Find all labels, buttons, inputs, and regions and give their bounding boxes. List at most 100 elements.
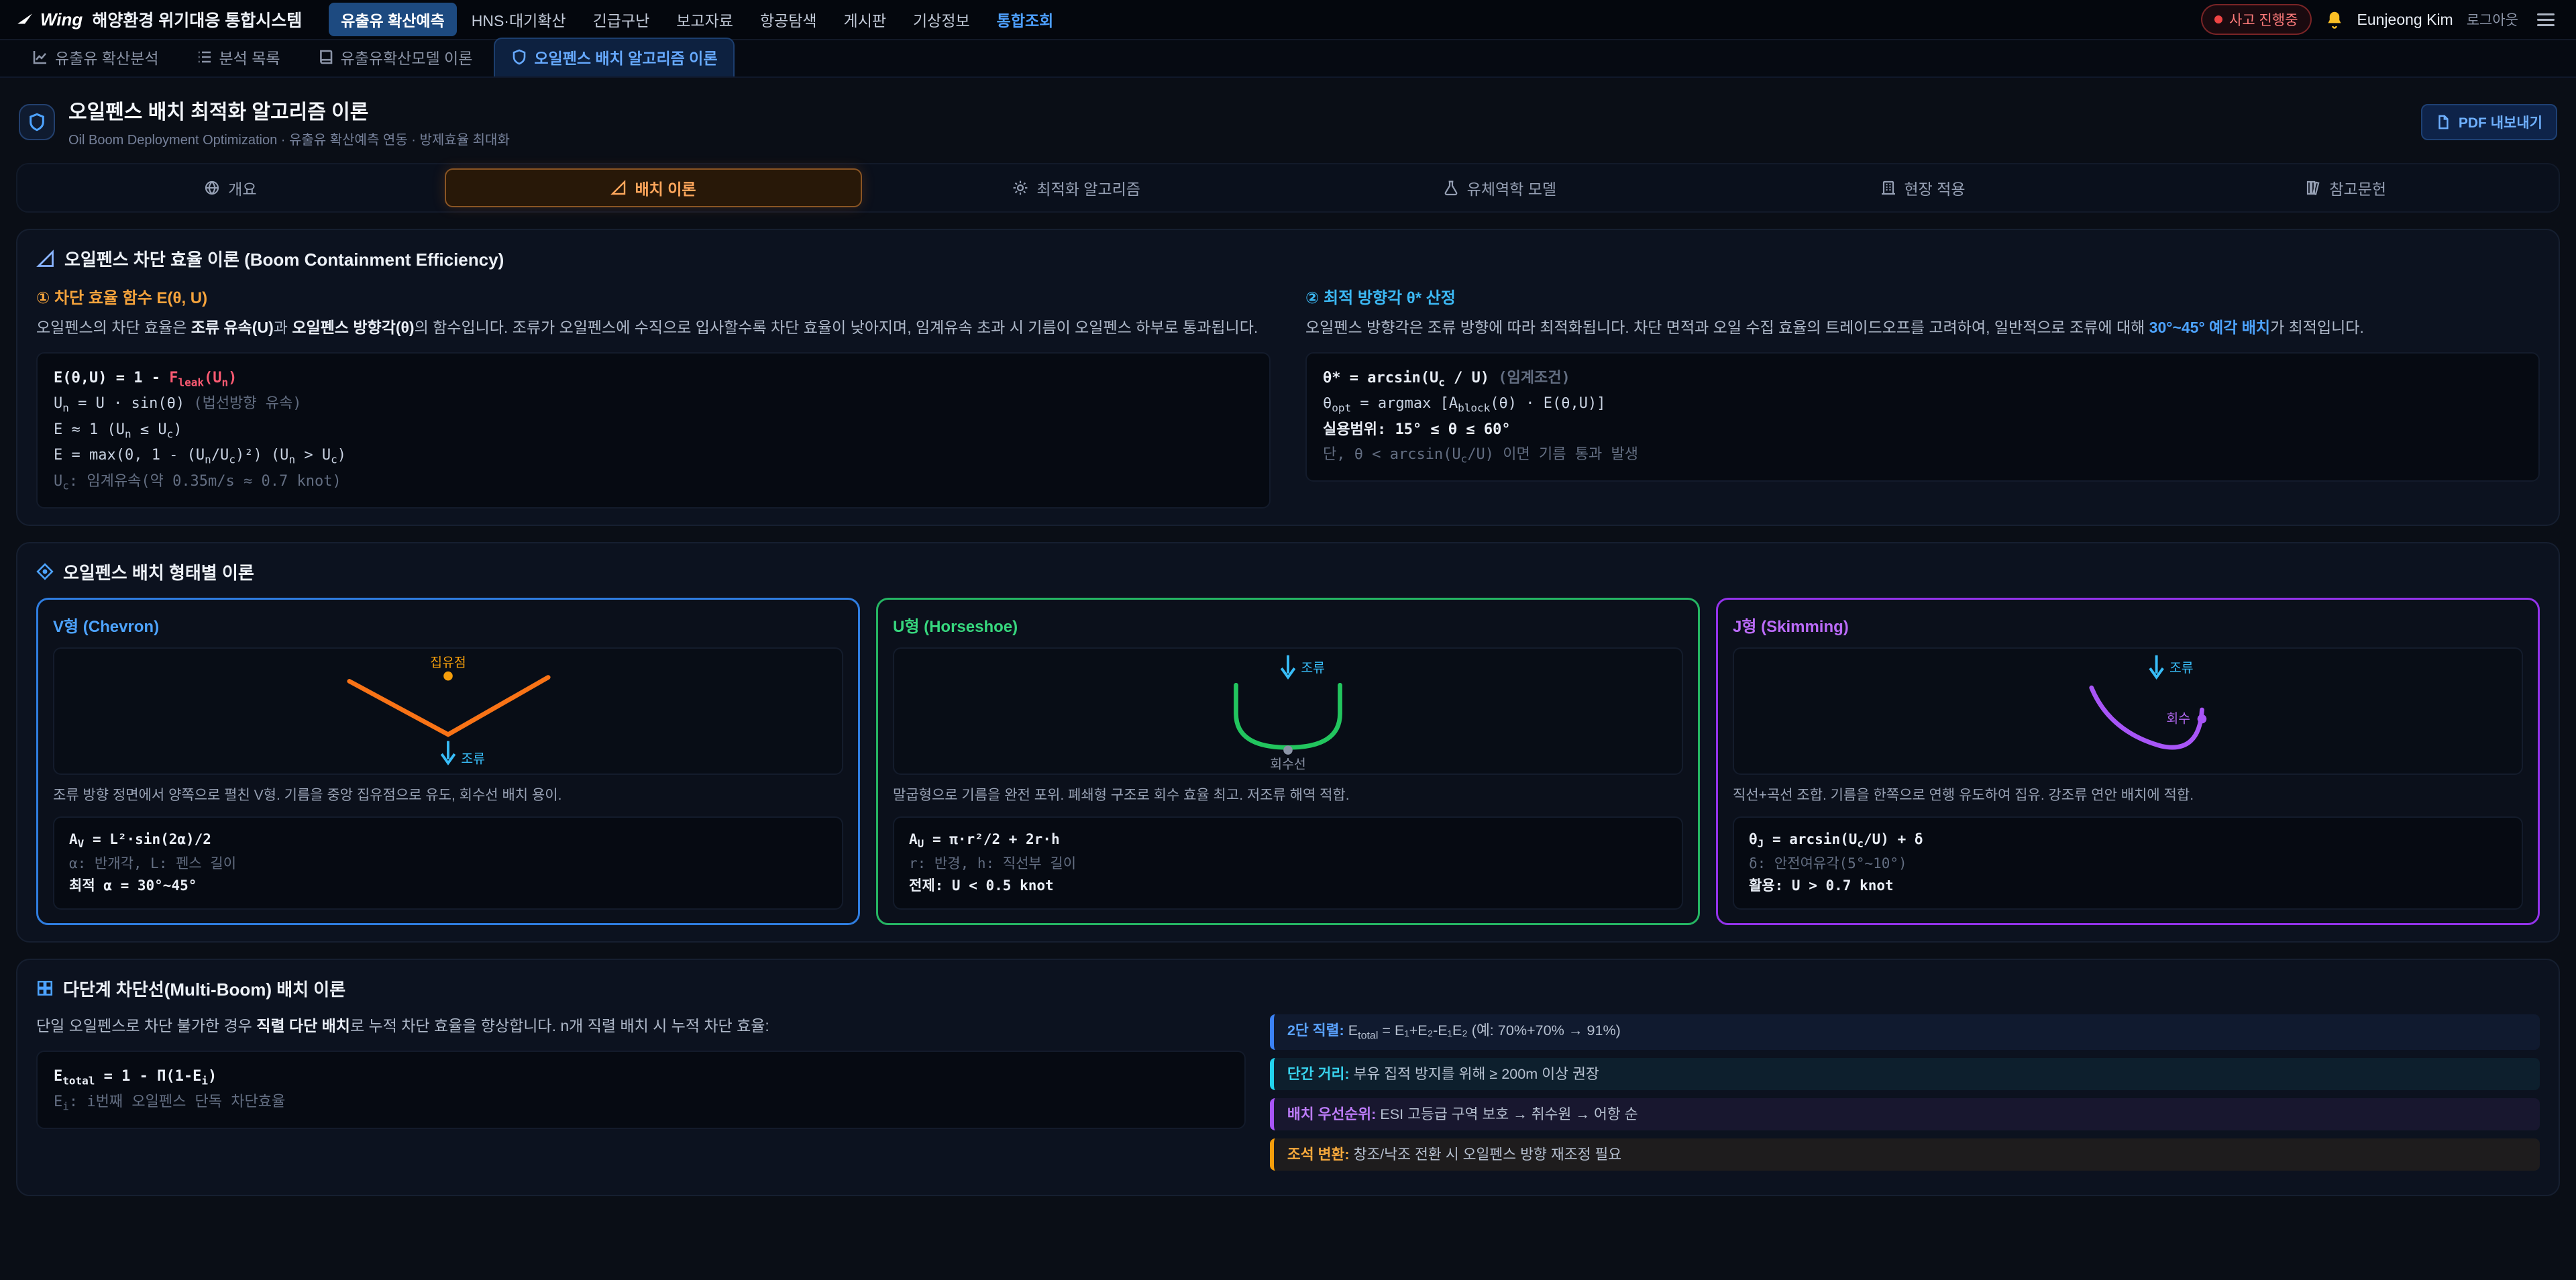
card-description: 직선+곡선 조합. 기름을 한쪽으로 연행 유도하여 집유. 강조류 연안 배치… bbox=[1733, 786, 2523, 806]
pill-label: 개요 bbox=[228, 176, 256, 199]
incident-status-badge[interactable]: 사고 진행중 bbox=[2201, 4, 2311, 35]
nav-item-aerial-search[interactable]: 항공탐색 bbox=[748, 3, 829, 36]
efficiency-left-column: ① 차단 효율 함수 E(θ, U) 오일펜스의 차단 효율은 조류 유속(U)… bbox=[36, 284, 1271, 509]
triangle-ruler-icon bbox=[36, 250, 55, 268]
nav-item-oil-spill-prediction[interactable]: 유출유 확산예측 bbox=[329, 3, 457, 36]
section-pill-nav: 개요 배치 이론 최적화 알고리즘 유체역학 모델 현장 적용 bbox=[16, 163, 2560, 213]
nav-item-emergency-rescue[interactable]: 긴급구난 bbox=[581, 3, 662, 36]
nav-item-weather-info[interactable]: 기상정보 bbox=[901, 3, 982, 36]
formula-line: Ei: i번째 오일펜스 단독 차단효율 bbox=[54, 1089, 1228, 1116]
u-boom-shape bbox=[1236, 685, 1340, 747]
formula-line: E ≈ 1 (Un ≤ Uc) bbox=[54, 417, 1253, 443]
section-boom-shapes: 오일펜스 배치 형태별 이론 V형 (Chevron) 집유점 조류 조류 방향… bbox=[16, 542, 2560, 943]
formula-line: AV = L²·sin(2α)/2 bbox=[69, 829, 827, 853]
current-label: 조류 bbox=[1301, 660, 1325, 675]
list-icon bbox=[197, 49, 213, 65]
shield-icon bbox=[511, 49, 527, 65]
tab-analysis-list[interactable]: 분석 목록 bbox=[180, 39, 297, 76]
v-boom-shape bbox=[350, 677, 548, 734]
pill-hydrodynamics-model[interactable]: 유체역학 모델 bbox=[1291, 168, 1709, 207]
section-title: 오일펜스 배치 형태별 이론 bbox=[63, 559, 254, 584]
pill-deployment-theory[interactable]: 배치 이론 bbox=[445, 168, 863, 207]
pill-label: 현장 적용 bbox=[1904, 176, 1966, 199]
page-header-text: 오일펜스 배치 최적화 알고리즘 이론 Oil Boom Deployment … bbox=[68, 95, 510, 148]
efficiency-function-formula-block: E(θ,U) = 1 - Fleak(Un) Un = U · sin(θ) (… bbox=[36, 352, 1271, 509]
guideline-serial-2stage: 2단 직렬: Etotal = E₁+E₂-E₁E₂ (예: 70%+70% →… bbox=[1270, 1014, 2540, 1050]
card-description: 조류 방향 정면에서 양쪽으로 펼친 V형. 기름을 중앙 집유점으로 유도, … bbox=[53, 786, 843, 806]
efficiency-function-heading: ① 차단 효율 함수 E(θ, U) bbox=[36, 284, 1271, 308]
card-title: U형 (Horseshoe) bbox=[893, 613, 1683, 637]
building-icon bbox=[1880, 180, 1896, 196]
page-header: 오일펜스 배치 최적화 알고리즘 이론 Oil Boom Deployment … bbox=[0, 78, 2576, 160]
recovery-label: 회수 bbox=[2166, 711, 2190, 726]
document-icon bbox=[2436, 115, 2451, 129]
tab-boom-algorithm-theory[interactable]: 오일펜스 배치 알고리즘 이론 bbox=[494, 38, 735, 76]
nav-item-hns-air-dispersion[interactable]: HNS·대기확산 bbox=[460, 3, 578, 36]
app-root: Wing 해양환경 위기대응 통합시스템 유출유 확산예측 HNS·대기확산 긴… bbox=[0, 0, 2576, 1280]
hamburger-menu-icon[interactable] bbox=[2532, 8, 2560, 32]
section-title: 오일펜스 차단 효율 이론 (Boom Containment Efficien… bbox=[64, 246, 504, 271]
grid-icon bbox=[36, 979, 54, 997]
bell-icon[interactable] bbox=[2325, 10, 2344, 29]
tab-spill-analysis[interactable]: 유출유 확산분석 bbox=[16, 39, 175, 76]
formula-line: Etotal = 1 - Π(1-Ei) bbox=[54, 1064, 1228, 1090]
nav-item-board[interactable]: 게시판 bbox=[832, 3, 898, 36]
pill-references[interactable]: 참고문헌 bbox=[2137, 168, 2555, 207]
formula-line: E = max(0, 1 - (Un/Uc)²) (Un > Uc) bbox=[54, 443, 1253, 469]
pdf-export-button[interactable]: PDF 내보내기 bbox=[2421, 104, 2557, 140]
pill-label: 배치 이론 bbox=[635, 176, 696, 199]
formula-line: θ* = arcsin(Uc / U) (임계조건) bbox=[1323, 366, 2522, 392]
top-bar: Wing 해양환경 위기대응 통합시스템 유출유 확산예측 HNS·대기확산 긴… bbox=[0, 0, 2576, 40]
formula-line: 최적 α = 30°~45° bbox=[69, 875, 827, 898]
nav-item-reports[interactable]: 보고자료 bbox=[664, 3, 745, 36]
shape-cards: V형 (Chevron) 집유점 조류 조류 방향 정면에서 양쪽으로 펼친 V… bbox=[36, 598, 2540, 925]
guideline-tide-change: 조석 변환: 창조/낙조 전환 시 오일펜스 방향 재조정 필요 bbox=[1270, 1138, 2540, 1171]
tab-spill-model-theory[interactable]: 유출유확산모델 이론 bbox=[302, 39, 489, 76]
pill-field-application[interactable]: 현장 적용 bbox=[1714, 168, 2132, 207]
section-title: 다단계 차단선(Multi-Boom) 배치 이론 bbox=[63, 976, 345, 1001]
efficiency-right-column: ② 최적 방향각 θ* 산정 오일펜스 방향각은 조류 방향에 따라 최적화됩니… bbox=[1305, 284, 2540, 509]
efficiency-columns: ① 차단 효율 함수 E(θ, U) 오일펜스의 차단 효율은 조류 유속(U)… bbox=[36, 284, 2540, 509]
user-name: Eunjeong Kim bbox=[2357, 11, 2453, 29]
formula-line: δ: 안전여유각(5°~10°) bbox=[1749, 853, 2507, 875]
efficiency-function-body: 오일펜스의 차단 효율은 조류 유속(U)과 오일펜스 방향각(θ)의 함수입니… bbox=[36, 316, 1271, 340]
pill-overview[interactable]: 개요 bbox=[21, 168, 439, 207]
brand-name: Wing bbox=[40, 9, 83, 30]
shield-avatar-icon bbox=[19, 104, 55, 140]
pill-label: 유체역학 모델 bbox=[1467, 176, 1556, 199]
formula-line: r: 반경, h: 직선부 길이 bbox=[909, 853, 1667, 875]
gear-icon bbox=[1012, 180, 1028, 196]
guideline-priority: 배치 우선순위: ESI 고등급 구역 보호 → 취수원 → 어항 순 bbox=[1270, 1098, 2540, 1130]
nav-item-integrated-search[interactable]: 통합조회 bbox=[985, 3, 1066, 36]
diamond-icon bbox=[36, 563, 54, 580]
formula-line: 실용범위: 15° ≤ θ ≤ 60° bbox=[1323, 417, 2522, 442]
card-formula-block: θJ = arcsin(Uc/U) + δ δ: 안전여유각(5°~10°) 활… bbox=[1733, 816, 2523, 910]
tab-bar: 유출유 확산분석 분석 목록 유출유확산모델 이론 오일펜스 배치 알고리즘 이… bbox=[0, 40, 2576, 78]
formula-line: E(θ,U) = 1 - Fleak(Un) bbox=[54, 366, 1253, 392]
flask-icon bbox=[1443, 180, 1459, 196]
app-title: 해양환경 위기대응 통합시스템 bbox=[92, 7, 302, 32]
collection-point-dot bbox=[443, 671, 453, 680]
pill-optimization-algorithm[interactable]: 최적화 알고리즘 bbox=[867, 168, 1285, 207]
brand: Wing 해양환경 위기대응 통합시스템 bbox=[16, 7, 302, 32]
formula-line: AU = π·r²/2 + 2r·h bbox=[909, 829, 1667, 853]
card-formula-block: AU = π·r²/2 + 2r·h r: 반경, h: 직선부 길이 전제: … bbox=[893, 816, 1683, 910]
pdf-export-label: PDF 내보내기 bbox=[2459, 112, 2542, 132]
incident-dot-icon bbox=[2214, 15, 2222, 23]
page-title: 오일펜스 배치 최적화 알고리즘 이론 bbox=[68, 95, 510, 125]
recovery-vessel-label: 회수선 bbox=[1270, 757, 1305, 771]
logout-button[interactable]: 로그아웃 bbox=[2467, 9, 2518, 30]
book-icon bbox=[318, 49, 334, 65]
multi-boom-columns: 단일 오일펜스로 차단 불가한 경우 직렬 다단 배치로 누적 차단 효율을 향… bbox=[36, 1014, 2540, 1179]
section-title-row: 다단계 차단선(Multi-Boom) 배치 이론 bbox=[36, 976, 2540, 1001]
v-chevron-diagram: 집유점 조류 bbox=[53, 647, 843, 775]
optimal-angle-heading: ② 최적 방향각 θ* 산정 bbox=[1305, 284, 2540, 308]
card-description: 말굽형으로 기름을 완전 포위. 폐쇄형 구조로 회수 효율 최고. 저조류 해… bbox=[893, 786, 1683, 806]
tab-label: 유출유확산모델 이론 bbox=[341, 46, 473, 68]
pill-label: 최적화 알고리즘 bbox=[1036, 176, 1140, 199]
u-horseshoe-diagram: 조류 회수선 bbox=[893, 647, 1683, 775]
formula-line: α: 반개각, L: 펜스 길이 bbox=[69, 853, 827, 875]
section-containment-efficiency: 오일펜스 차단 효율 이론 (Boom Containment Efficien… bbox=[16, 229, 2560, 526]
formula-line: 활용: U > 0.7 knot bbox=[1749, 875, 2507, 898]
multi-boom-body: 단일 오일펜스로 차단 불가한 경우 직렬 다단 배치로 누적 차단 효율을 향… bbox=[36, 1014, 1246, 1038]
